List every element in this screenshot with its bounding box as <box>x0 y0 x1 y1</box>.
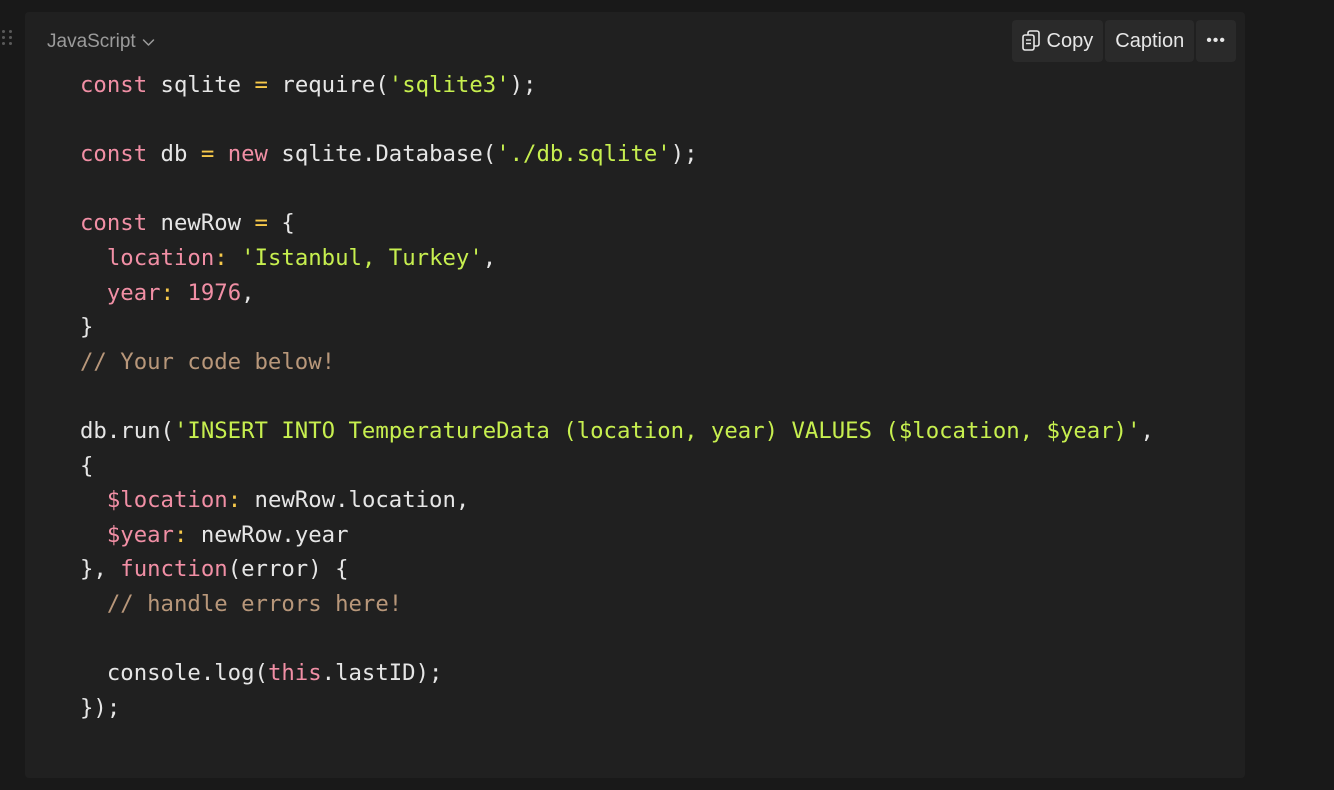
code-token: 'INSERT INTO TemperatureData (location, … <box>173 417 1141 444</box>
code-token: { <box>80 452 94 479</box>
code-token: : <box>214 244 228 271</box>
code-line: const db = new sqlite.Database('./db.sql… <box>80 137 1154 172</box>
more-options-icon: ••• <box>1206 32 1226 49</box>
code-token: .lastID); <box>321 660 443 687</box>
code-token: 1976 <box>187 279 242 306</box>
chevron-down-icon <box>142 38 155 47</box>
code-token: require( <box>267 72 389 98</box>
code-token: 'sqlite3' <box>388 72 510 98</box>
code-line: location: 'Istanbul, Turkey', <box>80 241 1154 276</box>
code-line: $location: newRow.location, <box>80 483 1154 518</box>
code-token: sqlite.Database( <box>267 141 497 168</box>
copy-button[interactable]: Copy <box>1011 20 1104 62</box>
code-token: './db.sqlite' <box>496 141 671 168</box>
code-token: { <box>267 210 295 237</box>
code-line: } <box>80 310 1154 345</box>
code-token: const <box>80 210 148 237</box>
code-token: , <box>241 279 255 306</box>
code-token: this <box>267 660 322 687</box>
code-token: , <box>1140 417 1154 444</box>
code-token: = <box>200 141 215 168</box>
code-token: }); <box>80 694 121 721</box>
code-token: } <box>80 314 94 341</box>
code-token: $year <box>106 521 174 548</box>
language-selector[interactable]: JavaScript <box>47 30 155 54</box>
code-token: year <box>106 279 161 306</box>
code-token: ); <box>670 141 698 168</box>
code-line: db.run('INSERT INTO TemperatureData (loc… <box>80 414 1154 449</box>
code-token: newRow.year <box>187 521 349 548</box>
block-drag-handle-icon[interactable] <box>0 28 14 50</box>
code-token: function <box>120 556 228 583</box>
code-token: : <box>160 279 174 306</box>
code-token: location <box>106 244 215 271</box>
code-token: // Your code below! <box>80 348 336 375</box>
code-line: $year: newRow.year <box>80 518 1154 553</box>
code-line: // handle errors here! <box>80 587 1154 622</box>
code-token: db <box>147 141 201 168</box>
language-label: JavaScript <box>47 31 136 52</box>
code-token: newRow.location, <box>241 487 470 514</box>
code-line: console.log(this.lastID); <box>80 656 1154 691</box>
code-token: }, <box>80 556 121 583</box>
code-token: ); <box>509 72 537 98</box>
code-token: , <box>482 244 497 271</box>
code-line: { <box>80 449 1154 484</box>
caption-button[interactable]: Caption <box>1105 20 1195 62</box>
code-token: const <box>80 141 148 168</box>
copy-icon <box>1021 30 1040 52</box>
code-token: newRow <box>147 210 255 237</box>
code-token: (error) { <box>227 556 349 583</box>
code-token: = <box>254 72 268 98</box>
code-content[interactable]: const sqlite = require('sqlite3'); const… <box>80 68 1154 725</box>
code-line: const sqlite = require('sqlite3'); <box>80 68 1154 103</box>
code-token: new <box>227 141 268 168</box>
code-line: }); <box>80 691 1154 726</box>
caption-button-label: Caption <box>1115 29 1185 52</box>
code-line: }, function(error) { <box>80 552 1154 587</box>
code-token: console.log( <box>80 660 268 687</box>
code-token: const <box>80 72 148 98</box>
code-line: // Your code below! <box>80 345 1154 380</box>
code-token: : <box>173 521 188 548</box>
code-token: = <box>254 210 268 237</box>
code-token: 'Istanbul, Turkey' <box>241 244 483 271</box>
code-token: sqlite <box>147 72 255 98</box>
code-token: $location <box>106 487 228 514</box>
code-token: db.run( <box>80 417 174 444</box>
code-block: JavaScript Copy Caption ••• const sqlite… <box>25 12 1245 778</box>
code-token: : <box>227 487 242 514</box>
code-line: year: 1976, <box>80 276 1154 311</box>
code-token: // handle errors here! <box>106 590 403 617</box>
code-line: const newRow = { <box>80 206 1154 241</box>
copy-button-label: Copy <box>1046 29 1094 52</box>
more-options-button[interactable]: ••• <box>1196 20 1236 62</box>
code-block-toolbar: Copy Caption ••• <box>1011 20 1236 62</box>
